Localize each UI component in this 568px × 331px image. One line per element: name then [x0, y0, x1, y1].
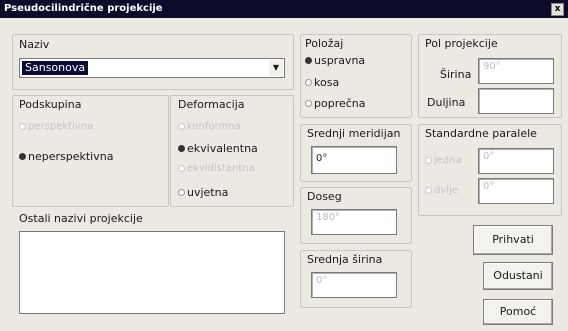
- radio-poprecna[interactable]: poprečna: [305, 97, 366, 110]
- srednja-sirina-value: 0°: [316, 275, 328, 286]
- radio-indicator-selected: [178, 145, 185, 152]
- paralela-2-input[interactable]: 0°: [478, 178, 554, 204]
- radio-label: uvjetna: [187, 186, 229, 199]
- srednji-meridijan-label: Srednji meridijan: [307, 127, 401, 140]
- radio-ekvivalentna[interactable]: ekvivalentna: [178, 142, 258, 155]
- close-icon: x: [554, 4, 561, 14]
- radio-label: ekvidistantna: [187, 163, 255, 174]
- paralela-2-value: 0°: [483, 181, 495, 192]
- radio-label: konformna: [187, 121, 241, 132]
- radio-neperspektivna[interactable]: neperspektivna: [19, 150, 113, 163]
- close-button[interactable]: x: [551, 3, 564, 16]
- radio-kosa[interactable]: kosa: [305, 76, 339, 89]
- title-bar: Pseudocilindrične projekcije x: [0, 0, 568, 18]
- paralela-1-value: 0°: [483, 151, 495, 162]
- radio-indicator-selected: [19, 153, 26, 160]
- odustani-button[interactable]: Odustani: [483, 262, 553, 290]
- radio-ekvidistantna: ekvidistantna: [178, 163, 255, 174]
- radio-label: neperspektivna: [28, 150, 114, 163]
- duljina-label: Duljina: [427, 96, 466, 109]
- pomoc-button[interactable]: Pomoć: [483, 299, 553, 325]
- radio-label: dvije: [434, 185, 458, 196]
- standardne-paralele-label: Standardne paralele: [425, 127, 537, 140]
- paralela-1-input[interactable]: 0°: [478, 148, 554, 174]
- deformacija-label: Deformacija: [178, 98, 245, 111]
- radio-label: poprečna: [314, 97, 366, 110]
- window-title: Pseudocilindrične projekcije: [4, 3, 163, 14]
- srednja-sirina-input[interactable]: 0°: [311, 272, 397, 298]
- sirina-input[interactable]: 90°: [478, 58, 554, 84]
- srednji-meridijan-value: 0°: [316, 153, 328, 164]
- radio-label: uspravna: [314, 54, 366, 67]
- naziv-label: Naziv: [19, 38, 50, 51]
- radio-indicator: [178, 123, 185, 130]
- radio-indicator: [425, 187, 432, 194]
- radio-label: kosa: [314, 76, 340, 89]
- odustani-label: Odustani: [493, 269, 543, 282]
- prihvati-label: Prihvati: [492, 233, 534, 246]
- naziv-combobox[interactable]: Sansonova ▼: [19, 58, 285, 78]
- sirina-value: 90°: [483, 61, 501, 72]
- radio-uspravna[interactable]: uspravna: [305, 54, 365, 67]
- doseg-label: Doseg: [307, 190, 342, 203]
- radio-indicator: [178, 165, 185, 172]
- radio-indicator: [19, 123, 26, 130]
- radio-konformna: konformna: [178, 121, 241, 132]
- radio-jedna: jedna: [425, 155, 462, 166]
- radio-indicator: [425, 157, 432, 164]
- pol-projekcije-label: Pol projekcije: [425, 37, 498, 50]
- ostali-nazivi-textarea[interactable]: [19, 231, 285, 314]
- radio-label: ekvivalentna: [187, 142, 258, 155]
- srednja-sirina-label: Srednja širina: [307, 253, 383, 266]
- radio-indicator-selected: [305, 57, 312, 64]
- radio-indicator: [305, 79, 312, 86]
- radio-uvjetna[interactable]: uvjetna: [178, 186, 228, 199]
- radio-label: jedna: [434, 155, 462, 166]
- duljina-input[interactable]: [478, 88, 554, 114]
- naziv-value: Sansonova: [22, 61, 89, 75]
- sirina-label: Širina: [440, 68, 472, 81]
- radio-indicator: [178, 189, 185, 196]
- chevron-down-icon[interactable]: ▼: [269, 60, 283, 76]
- radio-indicator: [305, 100, 312, 107]
- srednji-meridijan-input[interactable]: 0°: [311, 146, 397, 174]
- prihvati-button[interactable]: Prihvati: [473, 225, 553, 255]
- podskupina-label: Podskupina: [19, 98, 82, 111]
- radio-label: perspektivna: [28, 121, 94, 132]
- polozaj-label: Položaj: [305, 37, 344, 50]
- pomoc-label: Pomoć: [499, 305, 537, 318]
- radio-perspektivna: perspektivna: [19, 121, 93, 132]
- doseg-input[interactable]: 180°: [311, 209, 397, 235]
- doseg-value: 180°: [316, 212, 341, 223]
- radio-dvije: dvije: [425, 185, 458, 196]
- ostali-nazivi-label: Ostali nazivi projekcije: [19, 212, 143, 225]
